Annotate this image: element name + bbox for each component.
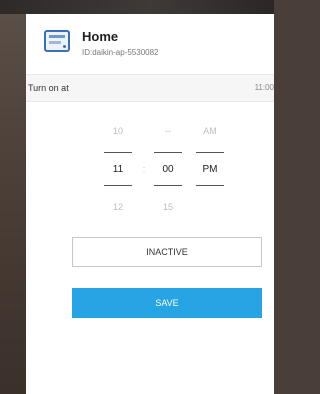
turn-on-time: 11:00 [254, 83, 274, 92]
minute-select-line-bottom [154, 185, 182, 186]
hour-select-line-bottom [104, 185, 132, 186]
picker-period-prev[interactable]: AM [198, 126, 222, 136]
app-screen: Home ID:daikin-ap-5530082 Turn on at 11:… [26, 14, 274, 394]
period-select-line-bottom [196, 185, 224, 186]
page-title: Home [82, 29, 119, 44]
background-top [0, 0, 274, 14]
ac-unit-icon [44, 30, 70, 52]
inactive-button[interactable]: INACTIVE [72, 237, 262, 267]
app-header: Home ID:daikin-ap-5530082 [26, 14, 274, 74]
picker-minute-prev[interactable]: -- [156, 126, 180, 136]
turn-on-label: Turn on at [28, 83, 69, 93]
picker-period-selected[interactable]: PM [198, 164, 222, 175]
minute-select-line-top [154, 152, 182, 153]
picker-minute-selected[interactable]: 00 [156, 164, 180, 175]
background-left [0, 14, 26, 394]
device-id: ID:daikin-ap-5530082 [82, 48, 159, 57]
picker-hour-selected[interactable]: 11 [106, 164, 130, 175]
picker-hour-next[interactable]: 12 [106, 202, 130, 212]
hour-select-line-top [104, 152, 132, 153]
turn-on-row[interactable]: Turn on at 11:00 [26, 74, 274, 102]
time-picker[interactable]: 10 -- AM 11 : 00 PM 12 15 [26, 114, 274, 234]
save-button[interactable]: SAVE [72, 288, 262, 318]
period-select-line-top [196, 152, 224, 153]
picker-hour-prev[interactable]: 10 [106, 126, 130, 136]
picker-separator: : [142, 164, 146, 174]
picker-minute-next[interactable]: 15 [156, 202, 180, 212]
